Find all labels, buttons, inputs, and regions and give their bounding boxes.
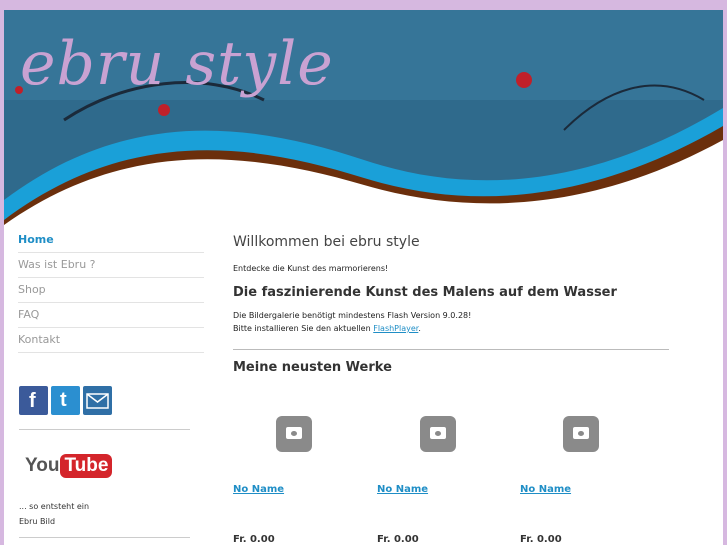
- nav-item-home[interactable]: Home: [18, 228, 204, 253]
- youtube-caption-line2: Ebru Bild: [19, 517, 56, 526]
- product-price: Fr. 0.00: [520, 534, 562, 545]
- nav-item-faq[interactable]: FAQ: [18, 303, 204, 328]
- product-price: Fr. 0.00: [233, 534, 275, 545]
- works-title: Meine neusten Werke: [233, 360, 392, 375]
- camera-icon[interactable]: [420, 416, 456, 452]
- flashplayer-link[interactable]: FlashPlayer: [373, 324, 418, 333]
- facebook-icon[interactable]: f: [19, 386, 48, 415]
- product-name-link[interactable]: No Name: [233, 484, 284, 495]
- flash-notice-suffix: .: [418, 324, 421, 333]
- content-divider: [233, 349, 669, 350]
- header-banner: ebru style: [4, 10, 723, 225]
- sidebar-divider-bottom: [19, 537, 190, 538]
- flash-notice-line2: Bitte installieren Sie den aktuellen Fla…: [233, 322, 673, 335]
- twitter-icon[interactable]: t: [51, 386, 80, 415]
- camera-icon[interactable]: [563, 416, 599, 452]
- section-subtitle: Die faszinierende Kunst des Malens auf d…: [233, 285, 617, 300]
- flash-notice-line1: Die Bildergalerie benötigt mindestens Fl…: [233, 311, 472, 320]
- youtube-logo-you: You: [25, 455, 60, 476]
- nav-item-kontakt[interactable]: Kontakt: [18, 328, 204, 353]
- product-name-link[interactable]: No Name: [520, 484, 571, 495]
- site-logo[interactable]: ebru style: [20, 24, 334, 104]
- youtube-caption-line1: ... so entsteht ein: [19, 502, 90, 511]
- intro-text: Entdecke die Kunst des marmorierens!: [233, 264, 389, 273]
- youtube-logo[interactable]: You Tube: [25, 454, 113, 478]
- youtube-caption: ... so entsteht ein Ebru Bild: [19, 499, 139, 529]
- nav-item-was-ist-ebru[interactable]: Was ist Ebru ?: [18, 253, 204, 278]
- sidebar-divider: [19, 429, 190, 430]
- camera-icon[interactable]: [276, 416, 312, 452]
- nav-item-shop[interactable]: Shop: [18, 278, 204, 303]
- sidebar-nav: Home Was ist Ebru ? Shop FAQ Kontakt: [18, 228, 204, 353]
- page: ebru style Home Was ist Ebru ? Shop FAQ …: [4, 10, 723, 545]
- flash-notice-prefix: Bitte installieren Sie den aktuellen: [233, 324, 374, 333]
- main-content: Willkommen bei ebru style Entdecke die K…: [233, 228, 673, 335]
- product-price: Fr. 0.00: [377, 534, 419, 545]
- youtube-logo-tube: Tube: [60, 454, 113, 478]
- product-name-link[interactable]: No Name: [377, 484, 428, 495]
- page-title: Willkommen bei ebru style: [233, 234, 420, 250]
- email-icon[interactable]: [83, 386, 112, 415]
